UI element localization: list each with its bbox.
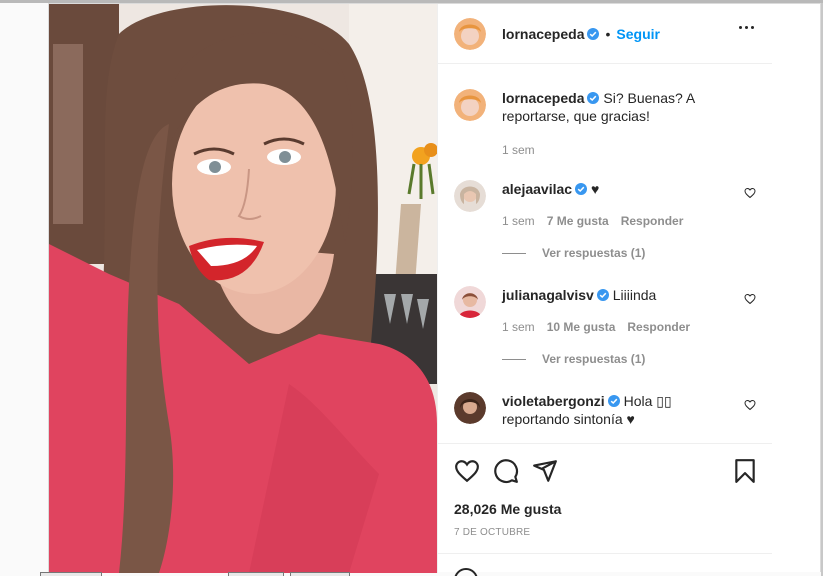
- caption-username[interactable]: lornacepeda: [502, 90, 584, 106]
- verified-badge-icon: [575, 183, 588, 195]
- likes-count[interactable]: 28,026 Me gusta: [454, 501, 561, 517]
- verified-badge-icon: [607, 395, 620, 407]
- caption-item: lornacepeda Si? Buenas? A reportarse, qu…: [454, 89, 756, 159]
- share-icon[interactable]: [532, 458, 558, 484]
- post-photo[interactable]: [49, 4, 437, 573]
- taskbar-button[interactable]: [40, 572, 102, 576]
- action-bar: [438, 444, 772, 496]
- more-options-icon[interactable]: [739, 26, 754, 29]
- bookmark-icon[interactable]: [732, 458, 758, 484]
- comment-text: ♥: [590, 181, 600, 197]
- post-header: lornacepeda • Seguir: [438, 4, 772, 64]
- verified-badge-icon: [587, 27, 600, 40]
- comment-item: violetabergonzi Hola ▯▯ reportando sinto…: [454, 392, 756, 428]
- comment-time[interactable]: 1 sem: [502, 212, 535, 230]
- caption-time[interactable]: 1 sem: [502, 141, 535, 159]
- owner-avatar[interactable]: [454, 17, 486, 50]
- comment-likes[interactable]: 10 Me gusta: [547, 318, 616, 336]
- comment-icon[interactable]: [493, 458, 519, 484]
- header-separator: •: [605, 25, 611, 42]
- taskbar-button[interactable]: [290, 572, 350, 576]
- comment-like-heart-icon[interactable]: [744, 293, 756, 305]
- taskbar-edge: [0, 572, 823, 576]
- follow-button[interactable]: Seguir: [616, 26, 660, 42]
- taskbar-button[interactable]: [228, 572, 284, 576]
- comment-like-heart-icon[interactable]: [744, 187, 756, 199]
- replies-divider-line: [502, 358, 526, 360]
- comment-item: alejaavilac ♥ 1 sem 7 Me gusta Responder…: [454, 180, 756, 260]
- view-replies-label: Ver respuestas (1): [542, 352, 646, 366]
- view-replies-button[interactable]: Ver respuestas (1): [502, 352, 645, 366]
- avatar-image: [454, 17, 486, 50]
- owner-username[interactable]: lornacepeda: [502, 26, 584, 42]
- comments-list[interactable]: lornacepeda Si? Buenas? A reportarse, qu…: [438, 65, 772, 443]
- comment-username[interactable]: alejaavilac: [502, 181, 572, 197]
- avatar-image: [454, 392, 486, 424]
- commenter-avatar[interactable]: [454, 286, 486, 318]
- avatar-image: [454, 286, 486, 318]
- verified-badge-icon: [587, 92, 600, 104]
- reply-button[interactable]: Responder: [627, 318, 690, 336]
- commenter-avatar[interactable]: [454, 180, 486, 212]
- post-date[interactable]: 7 DE OCTUBRE: [454, 527, 530, 538]
- caption-avatar[interactable]: [454, 89, 486, 121]
- avatar-image: [454, 180, 486, 212]
- view-replies-label: Ver respuestas (1): [542, 246, 646, 260]
- selfie-photo-illustration: [49, 4, 437, 573]
- comment-username[interactable]: violetabergonzi: [502, 393, 605, 409]
- commenter-avatar[interactable]: [454, 392, 486, 424]
- comment-text: Liiiinda: [612, 287, 657, 303]
- verified-badge-icon: [596, 289, 609, 301]
- heart-icon[interactable]: [454, 458, 480, 484]
- post-actions-section: 28,026 Me gusta 7 DE OCTUBRE: [438, 443, 772, 553]
- post-side-panel: lornacepeda • Seguir lornacepeda Si? Bue…: [437, 4, 772, 576]
- comment-username[interactable]: julianagalvisv: [502, 287, 594, 303]
- replies-divider-line: [502, 252, 526, 254]
- avatar-image: [454, 89, 486, 121]
- comment-likes[interactable]: 7 Me gusta: [547, 212, 609, 230]
- view-replies-button[interactable]: Ver respuestas (1): [502, 246, 645, 260]
- comment-like-heart-icon[interactable]: [744, 399, 756, 411]
- reply-button[interactable]: Responder: [621, 212, 684, 230]
- add-comment-bar: [438, 553, 772, 576]
- comment-time[interactable]: 1 sem: [502, 318, 535, 336]
- post-dialog: lornacepeda • Seguir lornacepeda Si? Bue…: [48, 3, 821, 576]
- comment-item: julianagalvisv Liiiinda 1 sem 10 Me gust…: [454, 286, 756, 366]
